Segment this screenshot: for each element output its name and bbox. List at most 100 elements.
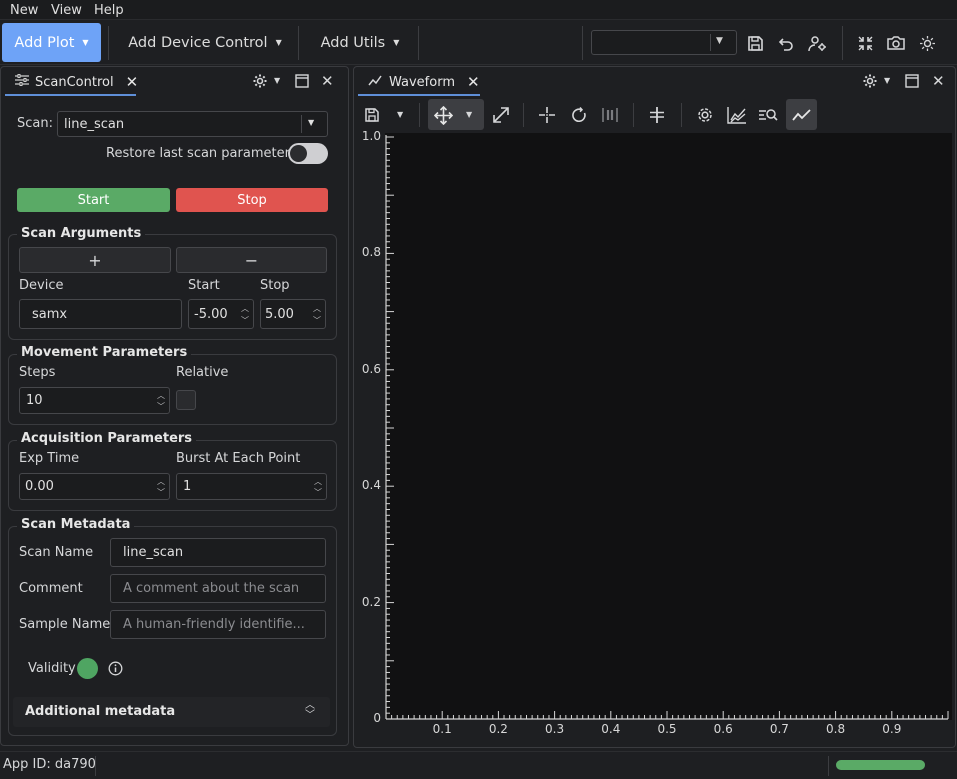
tab-scan-control-label: ScanControl [35, 74, 114, 90]
add-argument-button[interactable]: + [19, 247, 171, 273]
relative-checkbox[interactable] [176, 390, 196, 410]
burst-spinbox[interactable]: 1 ︿ ﹀ [176, 473, 327, 500]
sample-name-input[interactable]: A human-friendly identifie... [110, 610, 326, 639]
remove-argument-button[interactable]: − [176, 247, 327, 273]
add-device-control-label: Add Device Control [128, 34, 268, 51]
plot-canvas [385, 135, 949, 720]
tab-scan-control[interactable]: ScanControl ✕ [15, 73, 138, 91]
x-tick-label: 0.2 [488, 722, 508, 736]
add-marker-icon[interactable] [646, 104, 668, 126]
menu-bar: New View Help [0, 0, 957, 20]
steps-spinbox[interactable]: 10 ︿ ﹀ [19, 387, 170, 414]
comment-input[interactable]: A comment about the scan [110, 574, 326, 603]
save-icon[interactable] [744, 32, 766, 54]
stop-button[interactable]: Stop [176, 188, 328, 212]
spinbox-arrows[interactable]: ︿ ﹀ [156, 390, 166, 411]
steps-label: Steps [19, 365, 56, 380]
start-button[interactable]: Start [17, 188, 170, 212]
combobox-divider [301, 115, 302, 133]
auto-range-icon[interactable] [490, 104, 512, 126]
close-icon[interactable]: ✕ [467, 73, 480, 91]
add-utils-label: Add Utils [320, 34, 386, 51]
fit-icon[interactable] [599, 104, 621, 126]
close-icon[interactable]: ✕ [126, 73, 139, 91]
validity-indicator [77, 658, 98, 679]
restore-toggle[interactable] [288, 143, 328, 164]
chevron-down-icon[interactable]: ▼ [397, 110, 403, 119]
line-chart-icon [368, 74, 382, 90]
spinbox-arrows[interactable]: ︿ ﹀ [240, 302, 250, 326]
x-tick-label: 0.5 [657, 722, 677, 736]
gear-icon[interactable] [694, 104, 716, 126]
menu-view[interactable]: View [51, 3, 82, 18]
toggle-knob [290, 145, 307, 162]
float-window-icon[interactable] [293, 72, 311, 90]
line-chart-icon [790, 103, 813, 126]
restore-label: Restore last scan parameters [106, 146, 297, 161]
scan-name-input[interactable]: line_scan [110, 538, 326, 567]
undo-icon[interactable] [775, 32, 797, 54]
main-toolbar: Add Plot ▼ Add Device Control ▼ Add Util… [0, 20, 957, 65]
close-icon[interactable]: ✕ [321, 72, 334, 90]
toolbar-divider [523, 103, 524, 127]
line-tool-button[interactable] [786, 99, 817, 130]
exp-time-spinbox[interactable]: 0.00 ︿ ﹀ [19, 473, 170, 500]
gear-icon[interactable] [860, 72, 880, 90]
pan-tool-button[interactable]: ▼ [428, 99, 484, 130]
fit-zoom-icon[interactable] [757, 104, 779, 126]
info-icon[interactable] [107, 660, 123, 676]
save-icon[interactable] [362, 105, 382, 125]
chevron-down-icon[interactable]: ▼ [884, 76, 890, 85]
profile-combobox[interactable]: ▼ [591, 30, 737, 55]
chevron-down-icon: ▼ [308, 118, 315, 127]
camera-icon[interactable] [885, 32, 907, 54]
add-plot-label: Add Plot [14, 34, 75, 51]
sample-name-placeholder: A human-friendly identifie... [123, 617, 305, 632]
additional-metadata-expander[interactable]: Additional metadata ︿ ﹀ [13, 697, 330, 727]
float-window-icon[interactable] [903, 72, 921, 90]
sliders-icon [15, 74, 29, 90]
toolbar-divider [681, 103, 682, 127]
scan-arguments-title: Scan Arguments [17, 226, 146, 241]
chevron-down-icon: ▼ [82, 38, 89, 47]
combobox-divider [710, 34, 711, 51]
chevron-down-icon[interactable]: ▼ [274, 76, 280, 85]
reset-icon[interactable] [568, 104, 590, 126]
expand-chevron-icon: ︿ ﹀ [305, 700, 315, 721]
stop-spinbox[interactable]: 5.00 ︿ ﹀ [260, 299, 326, 329]
crosshair-icon[interactable] [536, 104, 558, 126]
y-tick-label: 0.6 [361, 361, 381, 376]
chevron-down-icon: ▼ [466, 110, 473, 119]
tab-waveform[interactable]: Waveform ✕ [368, 73, 480, 91]
additional-metadata-label: Additional metadata [25, 704, 176, 719]
theme-sun-icon[interactable] [916, 32, 938, 54]
gear-icon[interactable] [250, 72, 270, 90]
close-icon[interactable]: ✕ [932, 72, 945, 90]
spinbox-arrows[interactable]: ︿ ﹀ [312, 302, 322, 326]
tab-underline [358, 94, 480, 96]
menu-help[interactable]: Help [94, 3, 124, 18]
add-plot-button[interactable]: Add Plot ▼ [2, 23, 101, 62]
scan-metadata-title: Scan Metadata [17, 517, 135, 532]
scan-type-combobox[interactable]: line_scan ▼ [57, 111, 328, 137]
add-device-control-button[interactable]: Add Device Control ▼ [124, 23, 286, 62]
spinbox-arrows[interactable]: ︿ ﹀ [313, 476, 323, 497]
device-input[interactable]: samx [19, 299, 182, 329]
waveform-plot[interactable] [385, 133, 952, 720]
start-spinbox[interactable]: -5.00 ︿ ﹀ [188, 299, 254, 329]
scan-type-value: line_scan [64, 116, 125, 132]
collapse-icon[interactable] [854, 32, 876, 54]
curves-icon[interactable] [726, 104, 748, 126]
status-bar: App ID: da790 [0, 751, 957, 779]
start-header: Start [188, 278, 220, 293]
spinbox-arrows[interactable]: ︿ ﹀ [156, 476, 166, 497]
menu-new[interactable]: New [10, 3, 38, 18]
app-id-label: App ID: da790 [3, 757, 96, 772]
y-tick-label: 0.8 [361, 245, 381, 260]
add-utils-button[interactable]: Add Utils ▼ [313, 23, 407, 62]
toolbar-divider [418, 26, 419, 60]
burst-value: 1 [183, 479, 192, 494]
user-settings-icon[interactable] [806, 32, 828, 54]
toolbar-divider [108, 26, 109, 60]
x-tick-label: 0.9 [882, 722, 902, 736]
